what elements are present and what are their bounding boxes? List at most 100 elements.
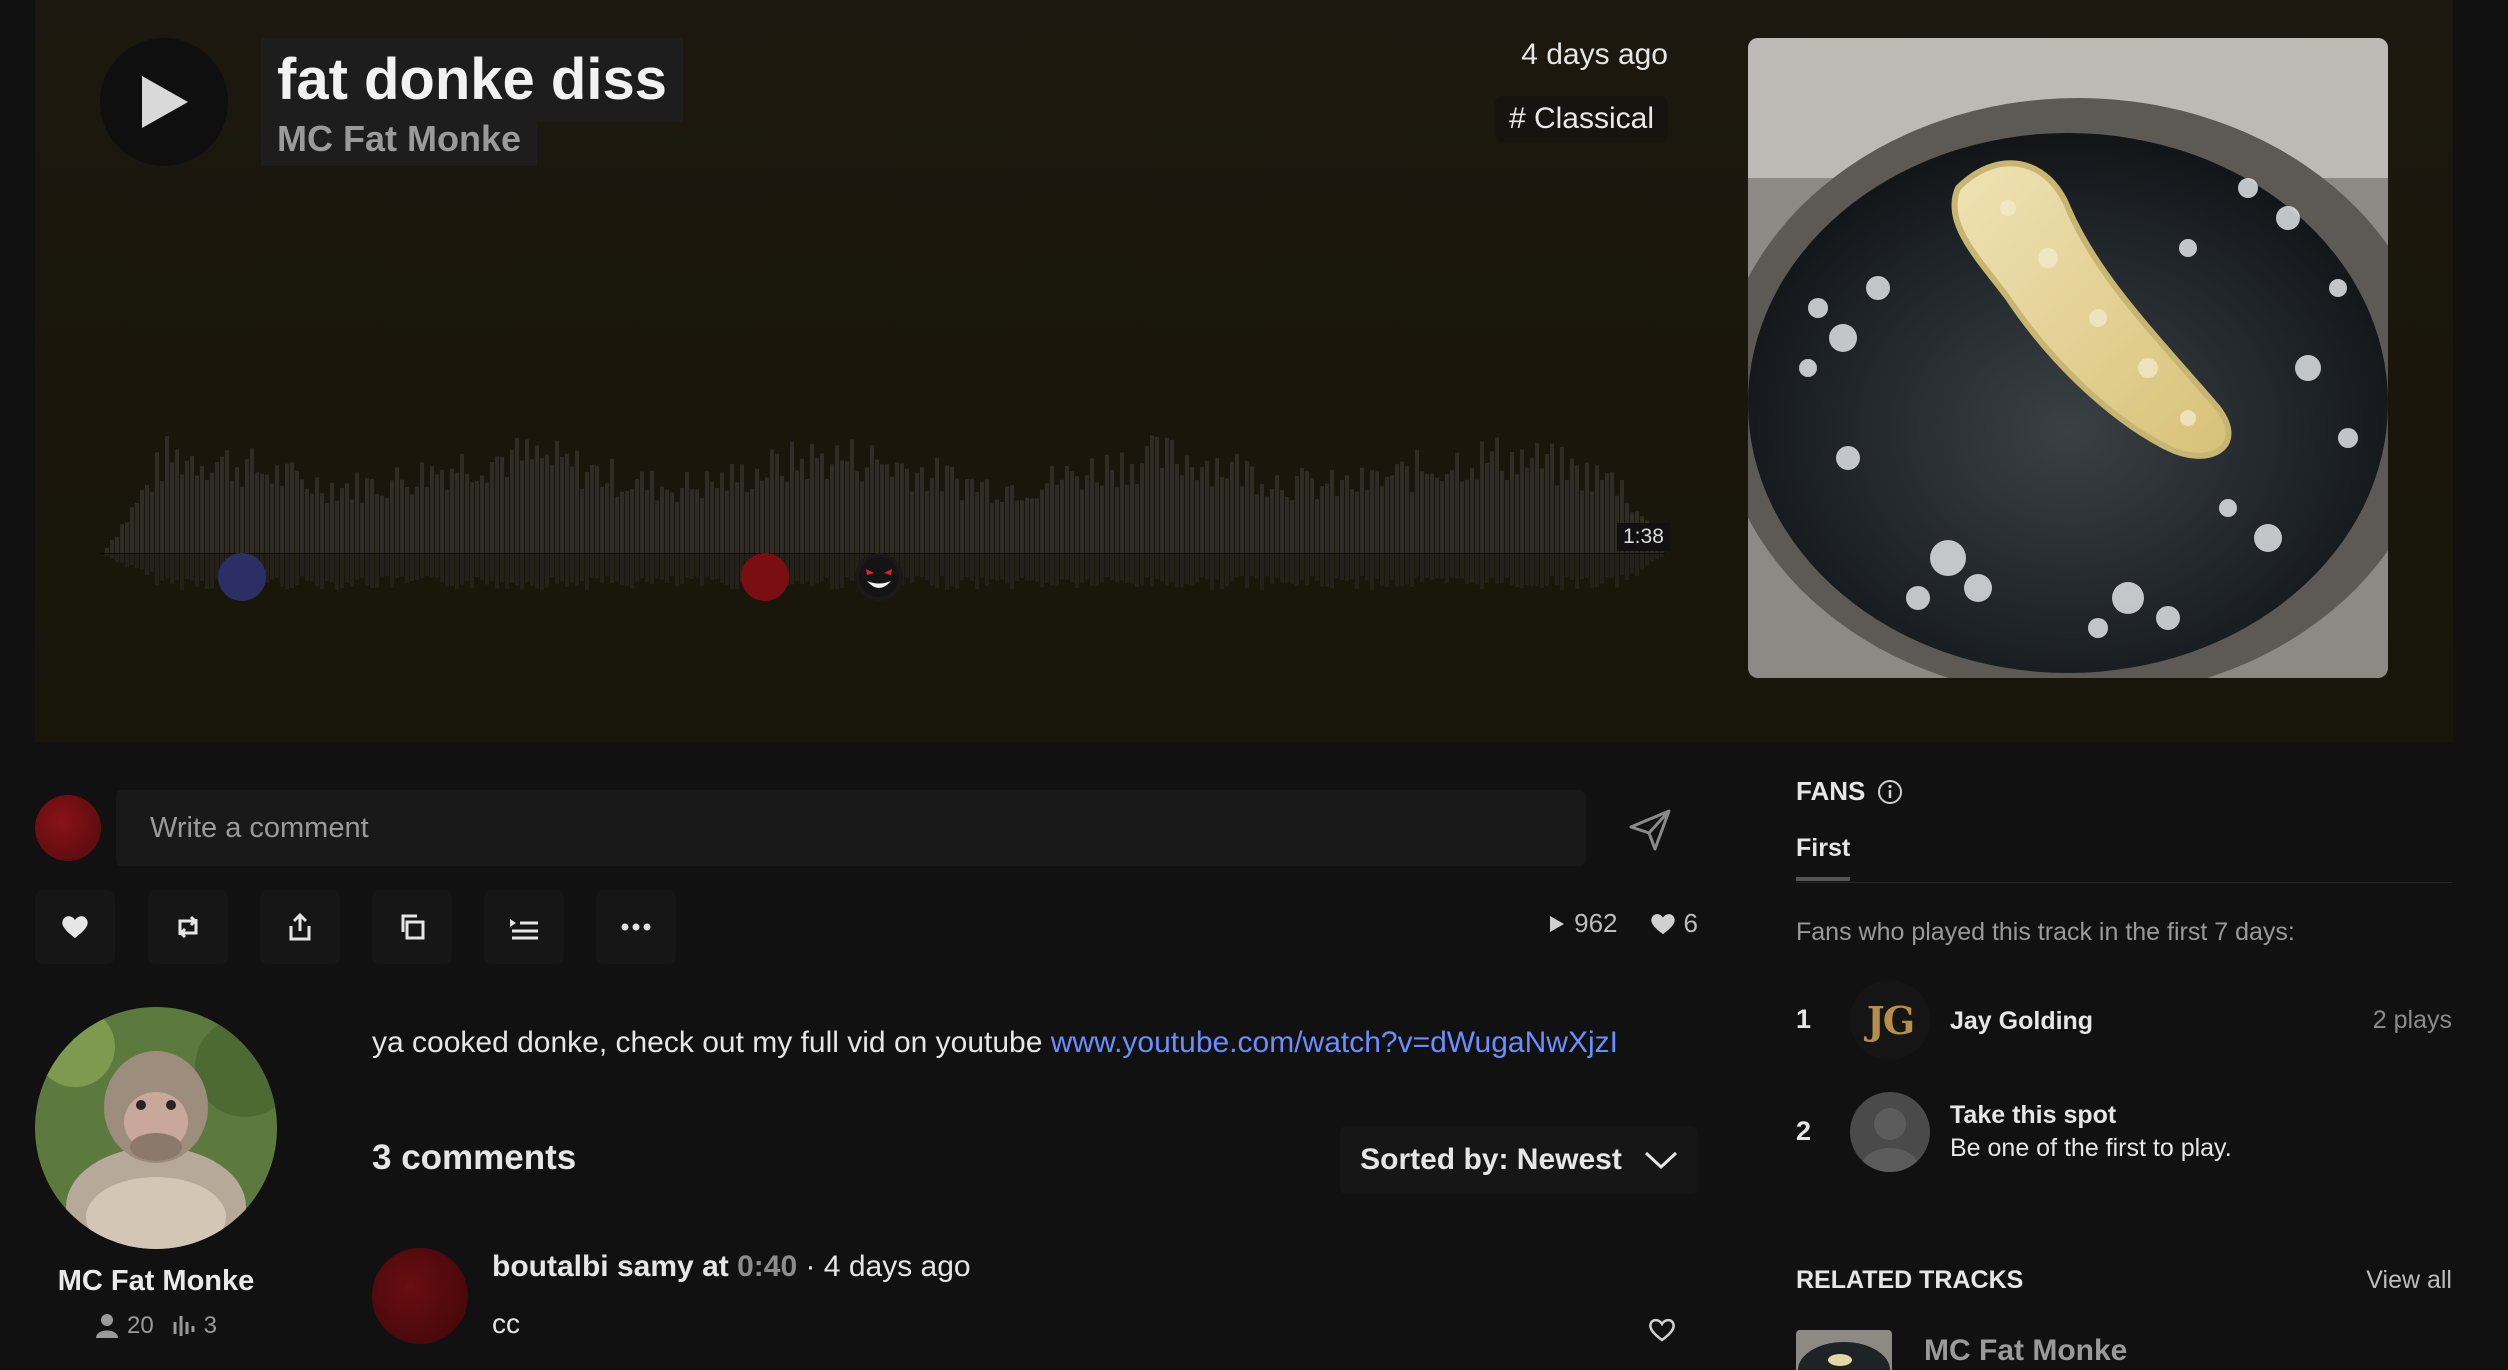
waveform-bar-reflection [1005, 554, 1009, 584]
waveform-bar [1470, 467, 1474, 553]
waveform-bar [455, 472, 459, 553]
waveform-bar [710, 481, 714, 553]
current-user-avatar[interactable] [35, 795, 101, 861]
comment-marker-avatar[interactable] [741, 553, 789, 601]
add-to-next-up-button[interactable] [484, 890, 564, 964]
tracks-stat[interactable]: 3 [172, 1312, 217, 1340]
waveform-bar [315, 477, 319, 553]
sort-dropdown[interactable]: Sorted by: Newest [1340, 1126, 1698, 1194]
send-comment-button[interactable] [1620, 800, 1680, 860]
waveform-bar-reflection [1400, 554, 1404, 587]
play-button[interactable] [100, 38, 228, 166]
waveform-bar [850, 439, 854, 553]
waveform-bar [1260, 484, 1264, 553]
more-options-button[interactable] [596, 890, 676, 964]
waveform-bar [525, 439, 529, 553]
related-track-thumbnail[interactable] [1796, 1330, 1892, 1370]
waveform-bar-reflection [1190, 554, 1194, 585]
copy-link-button[interactable] [372, 890, 452, 964]
uploader-stats: 20 3 [0, 1312, 312, 1340]
uploader-avatar[interactable] [35, 1007, 277, 1249]
comment-timestamp-link[interactable]: 0:40 [737, 1250, 797, 1283]
chevron-down-icon [1644, 1151, 1677, 1170]
waveform-bar [560, 456, 564, 553]
comment-avatar[interactable] [372, 1248, 468, 1344]
related-track-artist[interactable]: MC Fat Monke [1924, 1334, 2127, 1368]
waveform-bar [1140, 463, 1144, 553]
waveform-bar [510, 449, 514, 553]
waveform-bar-reflection [190, 554, 194, 581]
waveform-bar [325, 502, 329, 553]
waveform-bar [165, 436, 169, 553]
waveform-bar [615, 496, 619, 553]
waveform-bar [1165, 437, 1169, 553]
fan-avatar-initials: JG [1866, 997, 1915, 1043]
waveform-bar [520, 460, 524, 553]
comment-marker-avatar[interactable] [855, 553, 903, 601]
track-artwork[interactable] [1748, 38, 2388, 678]
waveform-bar [1475, 479, 1479, 553]
waveform-bar-reflection [1070, 554, 1074, 583]
heart-icon [62, 916, 88, 938]
share-button[interactable] [260, 890, 340, 964]
genre-tag[interactable]: # Classical [1494, 96, 1668, 142]
followers-stat[interactable]: 20 [95, 1312, 154, 1340]
repost-button[interactable] [148, 890, 228, 964]
track-duration: 1:38 [1617, 523, 1670, 551]
uploader-name[interactable]: MC Fat Monke [0, 1265, 312, 1298]
take-spot-title: Take this spot [1950, 1101, 2117, 1129]
waveform-bar-reflection [1530, 554, 1534, 587]
waveform-bar-reflection [700, 554, 704, 587]
tab-first-fans[interactable]: First [1796, 834, 1851, 881]
waveform-bar-reflection [1410, 554, 1414, 588]
waveform-bar [200, 466, 204, 553]
waveform-bar-reflection [450, 554, 454, 587]
comment-input[interactable] [116, 790, 1586, 866]
waveform-bar-reflection [1120, 554, 1124, 581]
waveform-bar-reflection [305, 554, 309, 582]
info-icon[interactable] [1877, 779, 1903, 805]
waveform-bar-reflection [1145, 554, 1149, 578]
description-link[interactable]: www.youtube.com/watch?v=dWugaNwXjzI [1051, 1026, 1618, 1059]
waveform-bar-reflection [1290, 554, 1294, 584]
waveform-bar-reflection [435, 554, 439, 578]
waveform-bar [590, 465, 594, 553]
waveform-bar-reflection [1580, 554, 1584, 579]
waveform-bar-reflection [1325, 554, 1329, 587]
waveform-bar [270, 483, 274, 553]
like-button[interactable] [35, 890, 115, 964]
waveform-bar-reflection [445, 554, 449, 587]
like-count[interactable]: 6 [1650, 908, 1698, 939]
waveform-bar [330, 482, 334, 553]
waveform-bar-reflection [1200, 554, 1204, 578]
waveform-bar [780, 476, 784, 553]
waveform-bar [115, 537, 119, 553]
waveform-bar-reflection [405, 554, 409, 583]
waveform-bar [1610, 472, 1614, 553]
waveform-bar-reflection [1295, 554, 1299, 586]
waveform-bar [1310, 478, 1314, 553]
view-all-link[interactable]: View all [2366, 1266, 2452, 1295]
fan-name[interactable]: Jay Golding [1950, 1007, 2093, 1036]
comment-like-button[interactable] [1642, 1310, 1682, 1350]
waveform-bar [880, 464, 884, 553]
comment-user-link[interactable]: boutalbi samy [492, 1250, 694, 1283]
waveform-bar [265, 474, 269, 553]
waveform-bar [1100, 485, 1104, 553]
comment-marker-avatar[interactable] [218, 553, 266, 601]
track-artist-box[interactable]: MC Fat Monke [261, 112, 538, 166]
fan-avatar[interactable]: JG [1850, 980, 1930, 1060]
waveform-bar-reflection [1610, 554, 1614, 579]
waveform-bar [445, 489, 449, 553]
waveform-bar-reflection [1275, 554, 1279, 578]
track-artist-link[interactable]: MC Fat Monke [277, 116, 521, 162]
waveform-bar-reflection [1340, 554, 1344, 581]
waveform-bar-reflection [1435, 554, 1439, 579]
waveform-bar [310, 493, 314, 553]
waveform-bar [1185, 455, 1189, 553]
waveform-bar-reflection [1240, 554, 1244, 577]
waveform-bar-reflection [680, 554, 684, 584]
waveform-bar [980, 481, 984, 553]
waveform-bar-reflection [465, 554, 469, 582]
waveform-bar-reflection [1165, 554, 1169, 586]
